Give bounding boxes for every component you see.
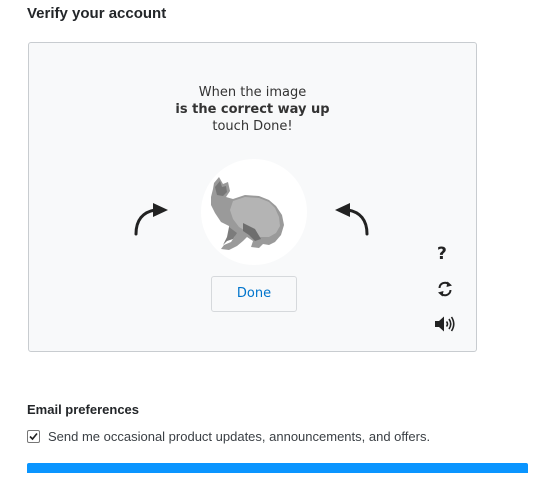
reload-icon[interactable] (436, 280, 454, 298)
speaker-icon[interactable] (434, 315, 456, 333)
sign-up-button[interactable] (27, 463, 528, 473)
instruction-line-3: touch Done! (212, 119, 293, 134)
email-opt-in-checkbox[interactable] (27, 430, 40, 443)
instruction-line-1: When the image (198, 85, 307, 100)
email-opt-in-label[interactable]: Send me occasional product updates, anno… (48, 429, 430, 444)
page-title: Verify your account (27, 5, 167, 22)
puzzle-image (211, 177, 284, 250)
help-icon[interactable]: ? (437, 244, 447, 264)
rotate-right-icon[interactable] (334, 198, 374, 238)
captcha-instructions: When the image is the correct way up tou… (29, 84, 476, 135)
done-button[interactable]: Done (211, 276, 297, 312)
captcha-panel: When the image is the correct way up tou… (28, 42, 477, 352)
email-opt-in-row: Send me occasional product updates, anno… (27, 429, 430, 444)
email-preferences-heading: Email preferences (27, 402, 140, 417)
rotate-left-icon[interactable] (129, 198, 169, 238)
checkmark-icon (29, 432, 38, 441)
instruction-line-2: is the correct way up (175, 102, 330, 117)
